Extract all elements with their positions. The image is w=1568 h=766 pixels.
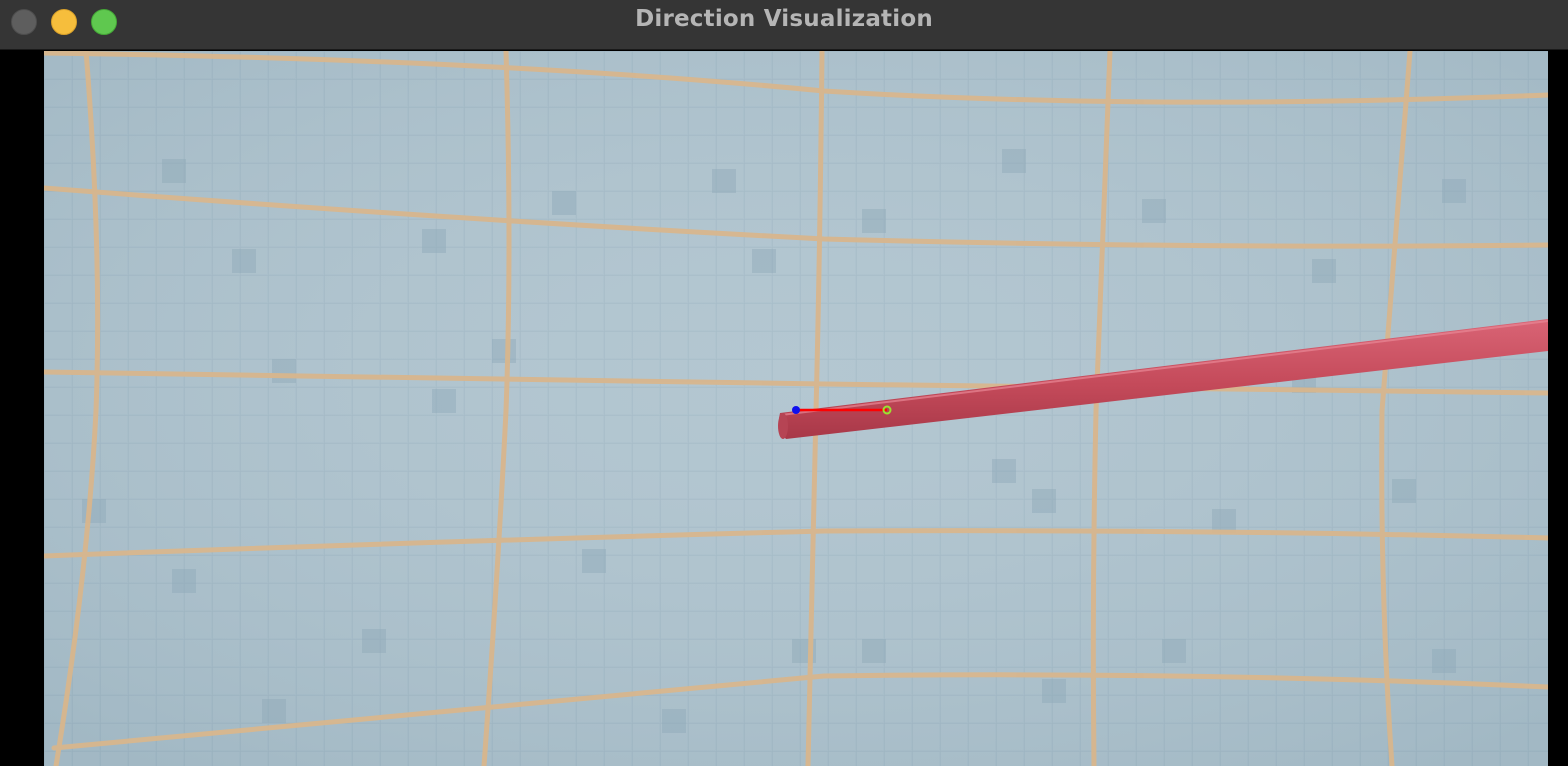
start-point-marker xyxy=(792,406,800,414)
app-window: Direction Visualization xyxy=(0,0,1568,766)
video-frame xyxy=(44,51,1548,766)
title-bar[interactable]: Direction Visualization xyxy=(0,0,1568,50)
left-black-border xyxy=(0,50,44,766)
window-title: Direction Visualization xyxy=(635,6,933,32)
camera-image xyxy=(44,51,1548,766)
right-black-border xyxy=(1548,50,1568,766)
